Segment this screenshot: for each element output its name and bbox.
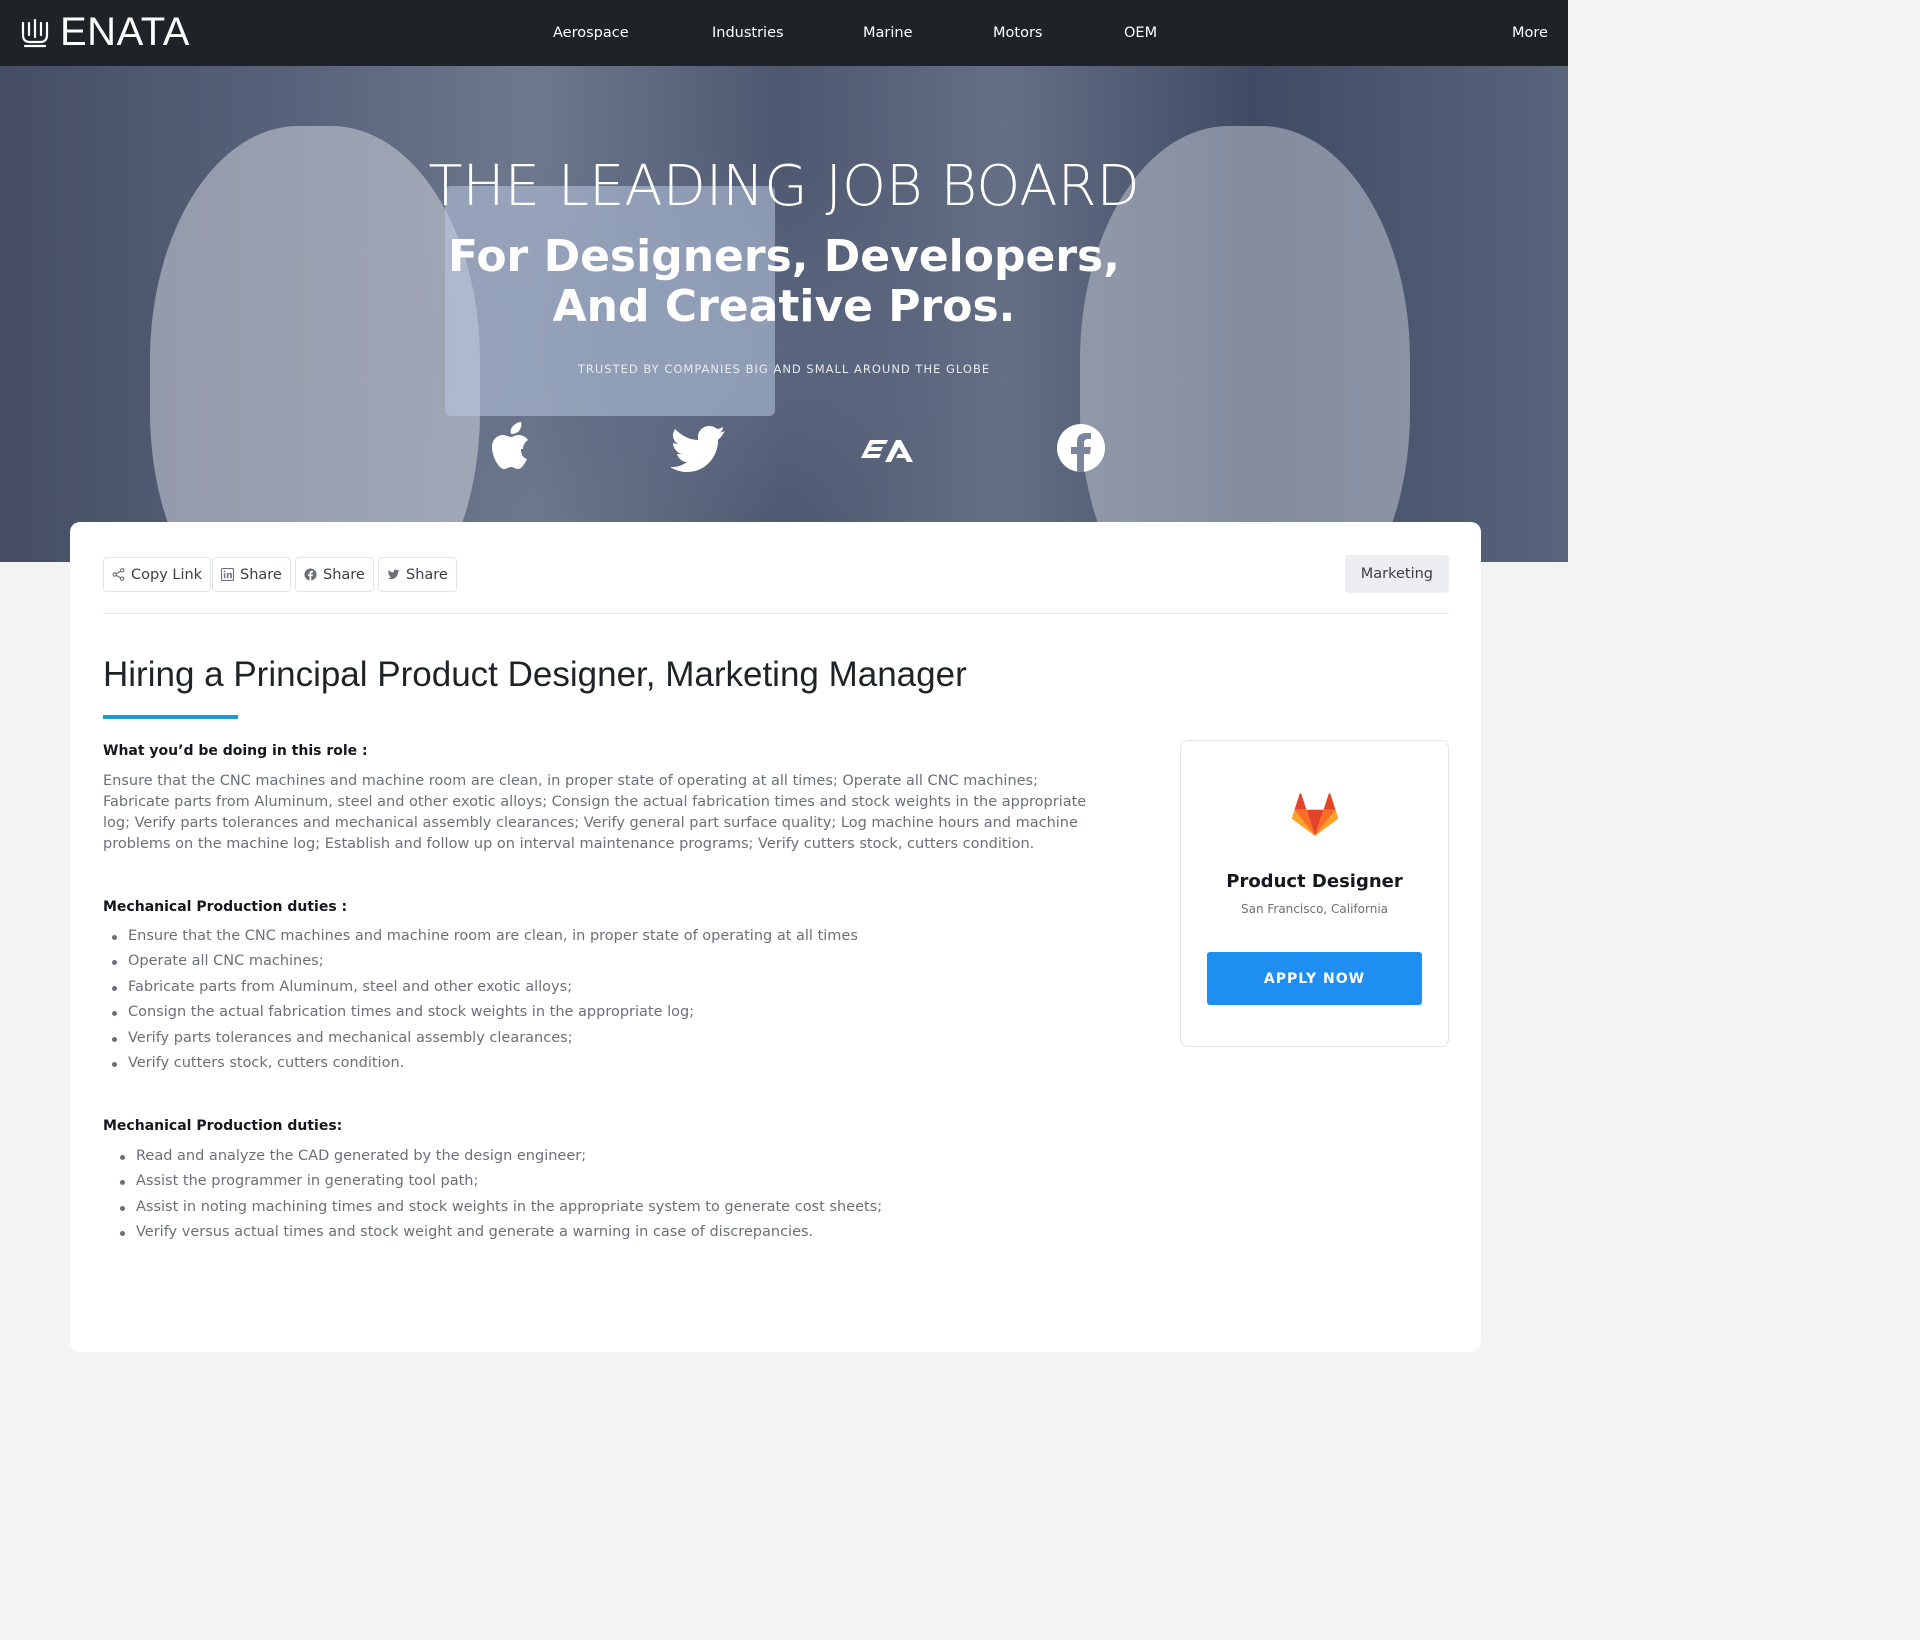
twitter-icon (671, 426, 725, 472)
side-card-title: Product Designer (1226, 871, 1403, 892)
nav-industries[interactable]: Industries (712, 22, 784, 44)
nav-oem[interactable]: OEM (1124, 22, 1157, 44)
duties2-list: Read and analyze the CAD generated by th… (119, 1144, 882, 1246)
gitlab-icon (1292, 793, 1338, 836)
hero-subtitle: For Designers, Developers, And Creative … (0, 232, 1568, 332)
title-underline (103, 715, 238, 719)
nav-aerospace[interactable]: Aerospace (553, 22, 629, 44)
list-item: Verify parts tolerances and mechanical a… (112, 1026, 858, 1051)
nav-more[interactable]: More (1512, 22, 1548, 44)
twitter-share-button[interactable]: Share (378, 557, 457, 592)
top-navbar: ENATA Aerospace Industries Marine Motors… (0, 0, 1568, 66)
duties2-heading: Mechanical Production duties: (103, 1118, 343, 1134)
duties1-list: Ensure that the CNC machines and machine… (112, 924, 858, 1076)
nav-marine[interactable]: Marine (863, 22, 913, 44)
job-title: Hiring a Principal Product Designer, Mar… (103, 655, 967, 694)
copy-link-label: Copy Link (131, 566, 203, 583)
twitter-share-label: Share (406, 566, 448, 583)
list-item: Fabricate parts from Aluminum, steel and… (112, 975, 858, 1000)
brand-name: ENATA (60, 10, 190, 54)
apple-icon (492, 422, 528, 469)
category-tag[interactable]: Marketing (1344, 555, 1449, 593)
divider (103, 613, 1449, 614)
list-item: Consign the actual fabrication times and… (112, 1000, 858, 1025)
copy-link-button[interactable]: Copy Link (103, 557, 212, 592)
duties1-heading: Mechanical Production duties : (103, 899, 348, 915)
linkedin-share-label: Share (240, 566, 282, 583)
list-item: Ensure that the CNC machines and machine… (112, 924, 858, 949)
apply-now-button[interactable]: APPLY NOW (1207, 952, 1422, 1005)
facebook-small-icon (304, 568, 317, 581)
crown-logo-icon (21, 18, 49, 48)
linkedin-icon (221, 568, 234, 581)
list-item: Assist the programmer in generating tool… (119, 1169, 882, 1194)
role-description: Ensure that the CNC machines and machine… (103, 773, 1087, 852)
hero-trusted-text: TRUSTED BY COMPANIES BIG AND SMALL AROUN… (577, 362, 991, 376)
share-icon (112, 568, 125, 581)
nav-motors[interactable]: Motors (993, 22, 1042, 44)
job-detail-card: Copy Link Share Share Share Marketing Hi… (70, 522, 1481, 1352)
list-item: Operate all CNC machines; (112, 949, 858, 974)
side-card-location: San Francisco, California (1240, 902, 1389, 916)
list-item: Read and analyze the CAD generated by th… (119, 1144, 882, 1169)
hero-banner: THE LEADING JOB BOARD For Designers, Dev… (0, 66, 1568, 562)
role-heading: What you’d be doing in this role : (103, 743, 368, 759)
brand-logo[interactable]: ENATA (18, 12, 190, 52)
facebook-share-button[interactable]: Share (295, 557, 374, 592)
facebook-share-label: Share (323, 566, 365, 583)
linkedin-share-button[interactable]: Share (212, 557, 291, 592)
list-item: Assist in noting machining times and sto… (119, 1195, 882, 1220)
ea-icon (861, 440, 913, 462)
facebook-icon (1057, 424, 1105, 472)
hero-subtitle-line1: For Designers, Developers, (448, 231, 1120, 282)
hero-title: THE LEADING JOB BOARD (428, 154, 1140, 219)
job-summary-card: Product Designer San Francisco, Californ… (1180, 740, 1449, 1047)
hero-subtitle-line2: And Creative Pros. (552, 281, 1016, 332)
list-item: Verify versus actual times and stock wei… (119, 1220, 882, 1245)
list-item: Verify cutters stock, cutters condition. (112, 1051, 858, 1076)
twitter-small-icon (387, 569, 400, 580)
